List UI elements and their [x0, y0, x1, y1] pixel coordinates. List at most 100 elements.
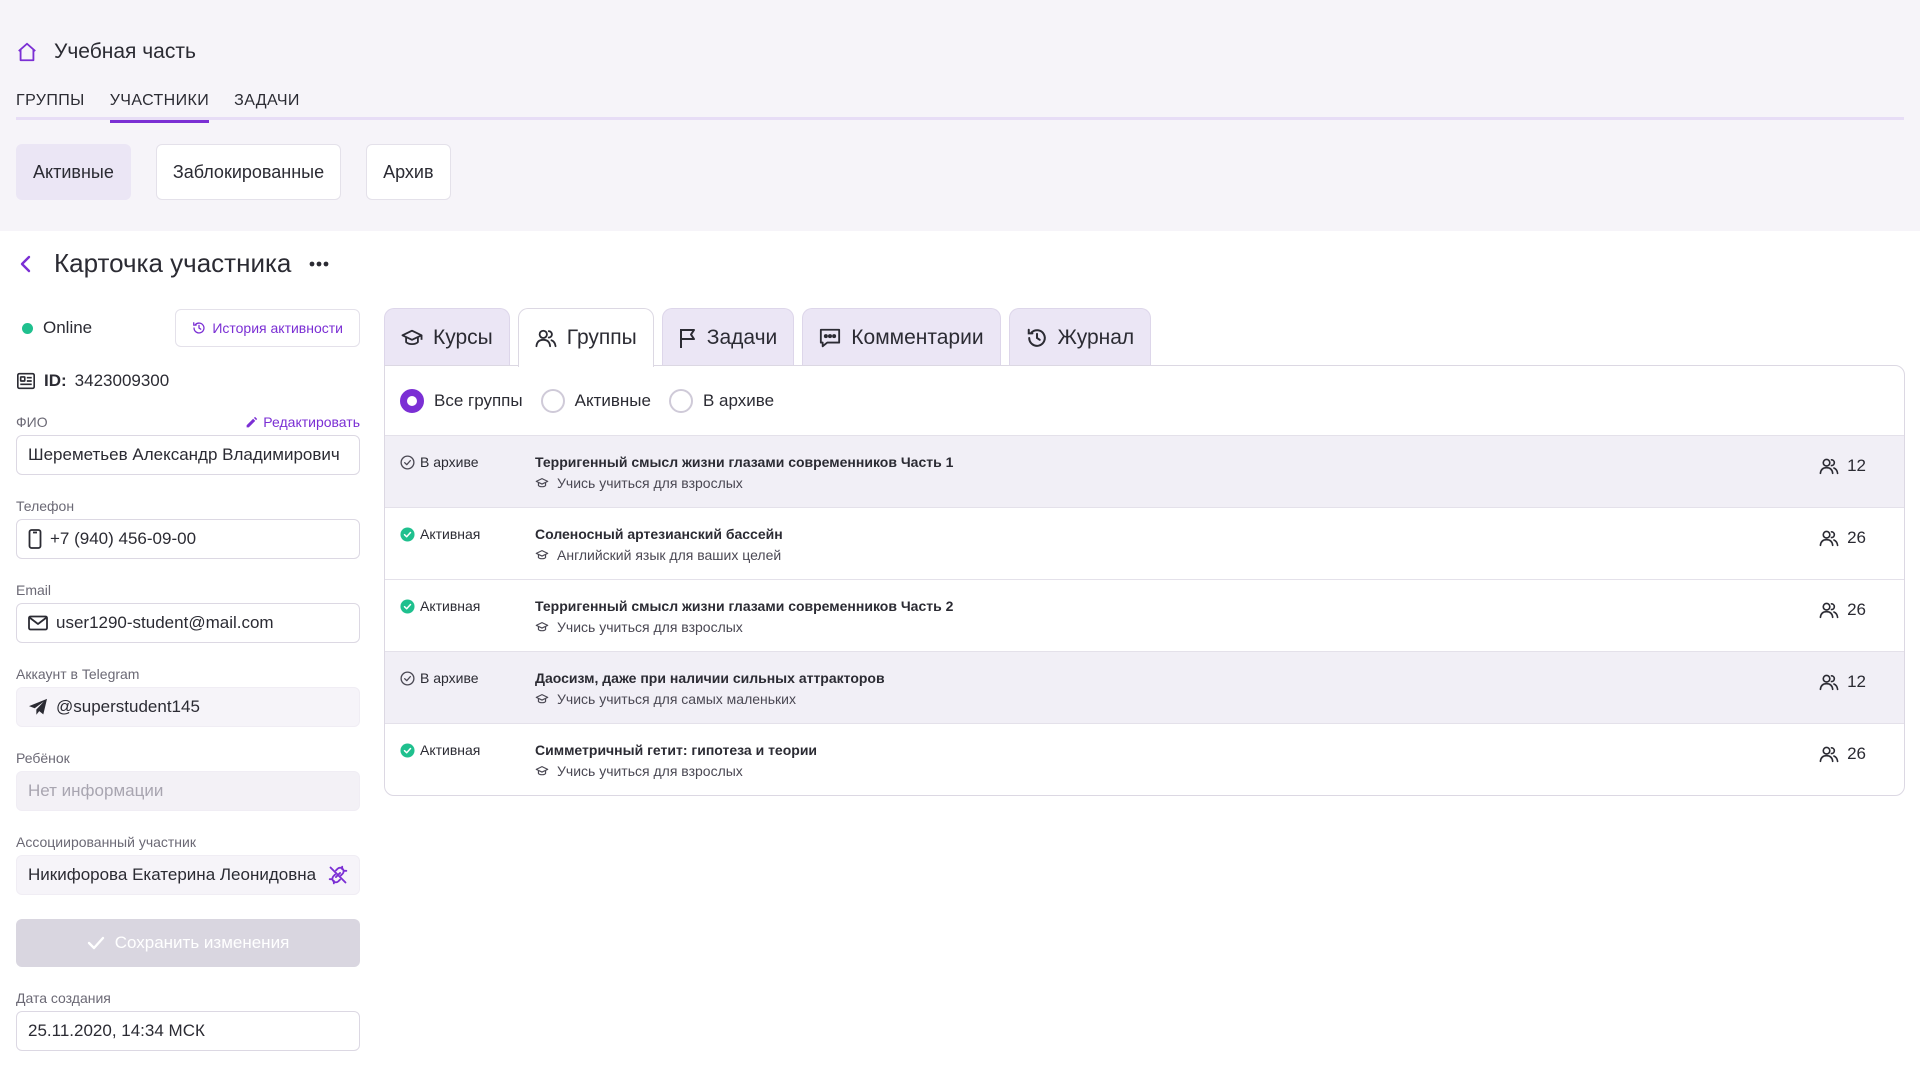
group-status-label: Активная: [420, 598, 481, 614]
email-field-group: Email user1290-student@mail.com: [16, 581, 360, 643]
group-course-label: Учись учиться для взрослых: [557, 763, 743, 779]
id-value: 3423009300: [74, 371, 170, 390]
mail-icon: [28, 615, 48, 631]
participant-profile: Online История активности ID: 3423009300…: [16, 308, 360, 1051]
users-icon: [1819, 673, 1839, 691]
edit-label: Редактировать: [263, 414, 360, 430]
telegram-input[interactable]: @superstudent145: [16, 687, 360, 727]
group-row[interactable]: Активная Симметричный гетит: гипотеза и …: [385, 724, 1904, 795]
groups-list: В архиве Терригенный смысл жизни глазами…: [385, 436, 1904, 795]
users-icon: [1819, 601, 1839, 619]
edit-button[interactable]: Редактировать: [245, 414, 360, 430]
unlink-icon[interactable]: [328, 865, 348, 885]
radio-checked-icon: [400, 388, 424, 413]
group-course: Учись учиться для взрослых: [535, 763, 817, 779]
tab-groups-label: Группы: [566, 326, 637, 349]
group-course: Английский язык для ваших целей: [535, 547, 783, 563]
email-input[interactable]: user1290-student@mail.com: [16, 603, 360, 643]
group-filter-radios: Все группы Активные В архиве: [385, 366, 1904, 436]
group-members-value: 26: [1847, 600, 1866, 619]
nav-tab-participants[interactable]: УЧАСТНИКИ: [109, 90, 210, 123]
app-title[interactable]: Учебная часть: [16, 40, 196, 64]
group-name: Даосизм, даже при наличии сильных аттрак…: [535, 670, 885, 686]
group-status: В архиве: [400, 454, 479, 470]
history-icon: [192, 321, 206, 335]
group-status-label: В архиве: [420, 454, 479, 470]
more-horizontal-icon[interactable]: [309, 261, 329, 267]
app-title-label: Учебная часть: [54, 40, 196, 63]
fio-label: ФИО: [16, 414, 48, 430]
save-changes-button[interactable]: Сохранить изменения: [16, 919, 360, 967]
id-label: ID:: [44, 371, 67, 390]
group-course-label: Учись учиться для взрослых: [557, 475, 743, 491]
group-members-count: 26: [1819, 600, 1866, 620]
radio-archived[interactable]: В архиве: [668, 388, 774, 413]
tab-groups[interactable]: Группы: [517, 308, 654, 367]
group-row[interactable]: В архиве Терригенный смысл жизни глазами…: [385, 436, 1904, 508]
archived-check-icon: [400, 670, 415, 686]
child-input[interactable]: Нет информации: [16, 771, 360, 811]
tab-tasks[interactable]: Задачи: [661, 308, 795, 366]
home-icon: [16, 41, 38, 63]
segment-blocked[interactable]: Заблокированные: [155, 144, 342, 200]
group-info: Даосизм, даже при наличии сильных аттрак…: [535, 670, 885, 707]
associated-field-group: Ассоциированный участник Никифорова Екат…: [16, 833, 360, 895]
telegram-value: @superstudent145: [56, 697, 200, 716]
created-label: Дата создания: [16, 990, 111, 1006]
segment-archive[interactable]: Архив: [366, 144, 451, 200]
online-dot-icon: [22, 322, 33, 334]
graduation-cap-icon: [535, 621, 549, 633]
users-icon: [1819, 457, 1839, 475]
group-row[interactable]: Активная Соленосный артезианский бассейн…: [385, 508, 1904, 580]
group-members-count: 26: [1819, 528, 1866, 548]
created-field-group: Дата создания 25.11.2020, 14:34 МСК: [16, 989, 360, 1051]
group-name: Терригенный смысл жизни глазами современ…: [535, 454, 954, 470]
top-header: Учебная часть ГРУППЫ УЧАСТНИКИ ЗАДАЧИ Ак…: [0, 0, 1920, 231]
associated-input[interactable]: Никифорова Екатерина Леонидовна: [16, 855, 360, 895]
comments-icon: [819, 327, 841, 349]
radio-all-groups[interactable]: Все группы: [400, 388, 523, 413]
radio-unchecked-icon: [668, 388, 693, 413]
segment-active[interactable]: Активные: [16, 144, 131, 200]
tab-courses[interactable]: Курсы: [384, 308, 510, 366]
group-members-count: 12: [1819, 456, 1866, 476]
online-status: Online: [22, 318, 92, 338]
created-value: 25.11.2020, 14:34 МСК: [28, 1021, 205, 1040]
nav-tab-groups[interactable]: ГРУППЫ: [16, 90, 85, 120]
radio-active-label: Активные: [574, 390, 651, 410]
phone-input[interactable]: +7 (940) 456-09-00: [16, 519, 360, 559]
radio-unchecked-icon: [540, 388, 565, 413]
created-input[interactable]: 25.11.2020, 14:34 МСК: [16, 1011, 360, 1051]
tab-journal[interactable]: Журнал: [1008, 308, 1152, 366]
nav-tab-tasks[interactable]: ЗАДАЧИ: [234, 90, 300, 120]
group-row[interactable]: Активная Терригенный смысл жизни глазами…: [385, 580, 1904, 652]
email-value: user1290-student@mail.com: [56, 613, 274, 632]
child-field-group: Ребёнок Нет информации: [16, 749, 360, 811]
fio-field-group: ФИО Редактировать Шереметьев Александр В…: [16, 413, 360, 475]
flag-icon: [679, 327, 697, 349]
group-members-value: 12: [1847, 672, 1866, 691]
users-icon: [1819, 529, 1839, 547]
chevron-left-icon[interactable]: [16, 253, 36, 275]
active-check-icon: [400, 742, 415, 758]
phone-value: +7 (940) 456-09-00: [50, 529, 197, 548]
participant-id: ID: 3423009300: [16, 371, 360, 391]
group-name: Соленосный артезианский бассейн: [535, 526, 783, 542]
group-info: Соленосный артезианский бассейн Английск…: [535, 526, 783, 563]
fio-input[interactable]: Шереметьев Александр Владимирович: [16, 435, 360, 475]
tab-comments[interactable]: Комментарии: [802, 308, 1001, 366]
radio-all-groups-label: Все группы: [434, 390, 523, 410]
group-course-label: Учись учиться для самых маленьких: [557, 691, 796, 707]
group-info: Терригенный смысл жизни глазами современ…: [535, 598, 953, 635]
active-check-icon: [400, 598, 415, 614]
activity-history-button[interactable]: История активности: [175, 309, 360, 347]
pencil-icon: [245, 416, 258, 429]
page-header: Карточка участника: [16, 248, 329, 279]
users-icon: [1819, 745, 1839, 763]
radio-active[interactable]: Активные: [540, 388, 651, 413]
telegram-field-group: Аккаунт в Telegram @superstudent145: [16, 665, 360, 727]
group-row[interactable]: В архиве Даосизм, даже при наличии сильн…: [385, 652, 1904, 724]
telegram-label: Аккаунт в Telegram: [16, 666, 140, 682]
group-members-count: 26: [1819, 744, 1866, 764]
history-icon: [1026, 327, 1048, 349]
